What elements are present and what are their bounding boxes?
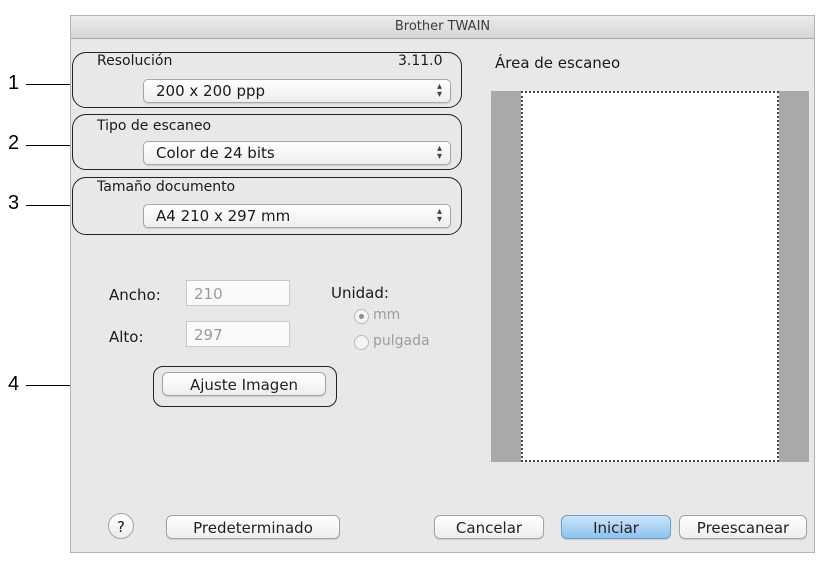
prescan-button[interactable]: Preescanear (679, 515, 807, 539)
callout-1-line (26, 84, 71, 85)
callout-2: 2 (8, 132, 20, 154)
scan-type-value: Color de 24 bits (156, 144, 275, 162)
unit-inch-radio[interactable] (354, 335, 369, 350)
version-label: 3.11.0 (398, 53, 443, 69)
resolution-value: 200 x 200 ppp (156, 82, 266, 100)
scan-type-select[interactable]: Color de 24 bits ▴ ▾ (143, 141, 451, 165)
scan-area-preview[interactable] (491, 91, 809, 462)
adjust-image-button[interactable]: Ajuste Imagen (162, 372, 326, 396)
window-title: Brother TWAIN (71, 16, 814, 39)
callout-3: 3 (8, 192, 20, 214)
width-field[interactable]: 210 (186, 280, 290, 306)
resolution-label: Resolución (97, 53, 173, 69)
question-mark-icon: ? (117, 518, 125, 536)
height-label: Alto: (109, 328, 144, 346)
scan-page-outline (521, 91, 779, 462)
brother-twain-dialog: Brother TWAIN Resolución 3.11.0 200 x 20… (70, 15, 815, 553)
help-button[interactable]: ? (108, 513, 134, 539)
scan-type-label: Tipo de escaneo (97, 118, 212, 134)
unit-mm-radio[interactable] (354, 309, 369, 324)
cancel-button[interactable]: Cancelar (434, 515, 544, 539)
scan-area-label: Área de escaneo (495, 54, 621, 72)
unit-label: Unidad: (331, 284, 389, 302)
up-down-chevron-icon: ▴ ▾ (436, 143, 442, 162)
callout-2-line (26, 145, 71, 146)
up-down-chevron-icon: ▴ ▾ (436, 81, 442, 100)
callout-4: 4 (8, 373, 20, 395)
width-label: Ancho: (109, 286, 161, 304)
default-button[interactable]: Predeterminado (166, 515, 340, 539)
start-button[interactable]: Iniciar (561, 515, 671, 539)
callout-1: 1 (8, 72, 20, 94)
height-field[interactable]: 297 (186, 321, 290, 347)
unit-inch-label: pulgada (373, 333, 430, 349)
doc-size-label: Tamaño documento (97, 179, 236, 195)
callout-3-line (26, 205, 71, 206)
doc-size-value: A4 210 x 297 mm (156, 207, 291, 225)
resolution-select[interactable]: 200 x 200 ppp ▴ ▾ (143, 79, 451, 103)
doc-size-select[interactable]: A4 210 x 297 mm ▴ ▾ (143, 204, 451, 228)
unit-mm-label: mm (373, 307, 401, 323)
up-down-chevron-icon: ▴ ▾ (436, 206, 442, 225)
